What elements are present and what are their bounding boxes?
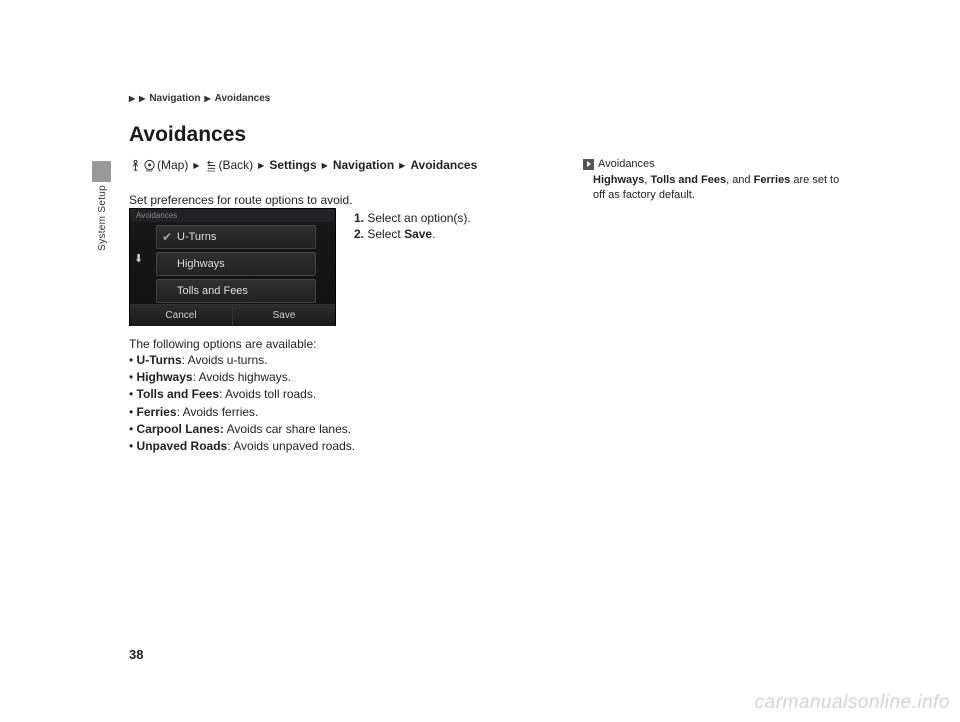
svg-text:MAP: MAP bbox=[146, 168, 153, 171]
screenshot-body: ⬇ ✔ U-Turns Highways Tolls and Fees bbox=[130, 222, 335, 304]
note-bold: Tolls and Fees bbox=[650, 174, 726, 186]
option-label: U-Turns bbox=[177, 231, 216, 243]
side-note: Avoidances Highways, Tolls and Fees, and… bbox=[583, 158, 853, 203]
scroll-down-icon: ⬇ bbox=[134, 252, 143, 265]
note-header: Avoidances bbox=[583, 158, 853, 170]
step-item: 1. Select an option(s). bbox=[354, 210, 471, 226]
push-icon bbox=[129, 159, 142, 172]
nav-step: Avoidances bbox=[410, 158, 477, 172]
note-text: , and bbox=[726, 174, 754, 186]
note-title: Avoidances bbox=[598, 158, 655, 170]
breadcrumb-item: Navigation bbox=[149, 93, 200, 104]
list-item: U-Turns: Avoids u-turns. bbox=[129, 352, 355, 368]
section-tab-marker bbox=[92, 161, 111, 182]
nav-arrow-icon: ▶ bbox=[322, 161, 328, 170]
list-item: Tolls and Fees: Avoids toll roads. bbox=[129, 386, 355, 402]
breadcrumb: ▶ ▶ Navigation ▶ Avoidances bbox=[129, 93, 270, 104]
option-desc: : Avoids highways. bbox=[193, 370, 292, 384]
breadcrumb-arrow-icon: ▶ bbox=[204, 94, 210, 103]
option-row: Highways bbox=[156, 252, 316, 276]
map-button-icon: MAP bbox=[143, 159, 156, 172]
back-button-icon: BACK bbox=[205, 159, 218, 172]
step-text: Select bbox=[367, 227, 400, 241]
nav-text: (Back) bbox=[219, 158, 254, 172]
step-item: 2. Select Save. bbox=[354, 226, 471, 242]
option-name: Highways bbox=[137, 370, 193, 384]
step-text-bold: Save bbox=[404, 227, 432, 241]
option-row: Tolls and Fees bbox=[156, 279, 316, 303]
step-list: 1. Select an option(s). 2. Select Save. bbox=[354, 210, 471, 242]
scroll-indicator: ⬇ bbox=[134, 252, 143, 265]
nav-arrow-icon: ▶ bbox=[399, 161, 405, 170]
option-name: Unpaved Roads bbox=[137, 439, 228, 453]
svg-text:BACK: BACK bbox=[207, 169, 215, 172]
page-title: Avoidances bbox=[129, 123, 246, 147]
page-number: 38 bbox=[129, 647, 143, 662]
check-icon: ✔ bbox=[157, 230, 177, 244]
list-item: Highways: Avoids highways. bbox=[129, 369, 355, 385]
step-number: 1. bbox=[354, 211, 364, 225]
screenshot-header: Avoidances bbox=[130, 209, 335, 222]
step-text: . bbox=[432, 227, 435, 241]
option-row: ✔ U-Turns bbox=[156, 225, 316, 249]
save-button: Save bbox=[233, 305, 335, 326]
option-label: Tolls and Fees bbox=[177, 285, 248, 297]
breadcrumb-arrow-icon: ▶ bbox=[139, 94, 145, 103]
option-desc: : Avoids ferries. bbox=[177, 405, 259, 419]
screenshot-footer: Cancel Save bbox=[130, 304, 335, 326]
note-body: Highways, Tolls and Fees, and Ferries ar… bbox=[583, 173, 853, 203]
intro-text: Set preferences for route options to avo… bbox=[129, 193, 352, 207]
nav-text: (Map) bbox=[157, 158, 188, 172]
cancel-button: Cancel bbox=[130, 305, 233, 326]
nav-step: Settings bbox=[269, 158, 316, 172]
option-name: Ferries bbox=[137, 405, 177, 419]
options-list: U-Turns: Avoids u-turns. Highways: Avoid… bbox=[129, 352, 355, 455]
navigation-path: MAP (Map) ▶ BACK (Back) ▶ Settings ▶ Nav… bbox=[129, 158, 477, 172]
step-number: 2. bbox=[354, 227, 364, 241]
note-icon bbox=[583, 159, 594, 170]
nav-step: Navigation bbox=[333, 158, 394, 172]
option-name: Tolls and Fees bbox=[137, 387, 219, 401]
list-item: Carpool Lanes: Avoids car share lanes. bbox=[129, 421, 355, 437]
option-desc: Avoids car share lanes. bbox=[224, 422, 351, 436]
step-text: Select an option(s). bbox=[367, 211, 470, 225]
device-screenshot: Avoidances ⬇ ✔ U-Turns Highways Tolls an… bbox=[129, 208, 336, 326]
option-name: Carpool Lanes: bbox=[137, 422, 224, 436]
section-label: System Setup bbox=[97, 185, 108, 251]
option-label: Highways bbox=[177, 258, 225, 270]
nav-arrow-icon: ▶ bbox=[193, 161, 199, 170]
note-bold: Highways bbox=[593, 174, 644, 186]
nav-arrow-icon: ▶ bbox=[258, 161, 264, 170]
option-desc: : Avoids unpaved roads. bbox=[227, 439, 355, 453]
breadcrumb-item: Avoidances bbox=[215, 93, 271, 104]
options-intro: The following options are available: bbox=[129, 337, 316, 351]
option-desc: : Avoids toll roads. bbox=[219, 387, 316, 401]
manual-page: ▶ ▶ Navigation ▶ Avoidances Avoidances S… bbox=[0, 0, 960, 722]
breadcrumb-arrow-icon: ▶ bbox=[129, 94, 135, 103]
note-bold: Ferries bbox=[754, 174, 791, 186]
option-name: U-Turns bbox=[137, 353, 182, 367]
watermark: carmanualsonline.info bbox=[755, 692, 950, 714]
option-desc: : Avoids u-turns. bbox=[182, 353, 268, 367]
list-item: Unpaved Roads: Avoids unpaved roads. bbox=[129, 438, 355, 454]
list-item: Ferries: Avoids ferries. bbox=[129, 404, 355, 420]
